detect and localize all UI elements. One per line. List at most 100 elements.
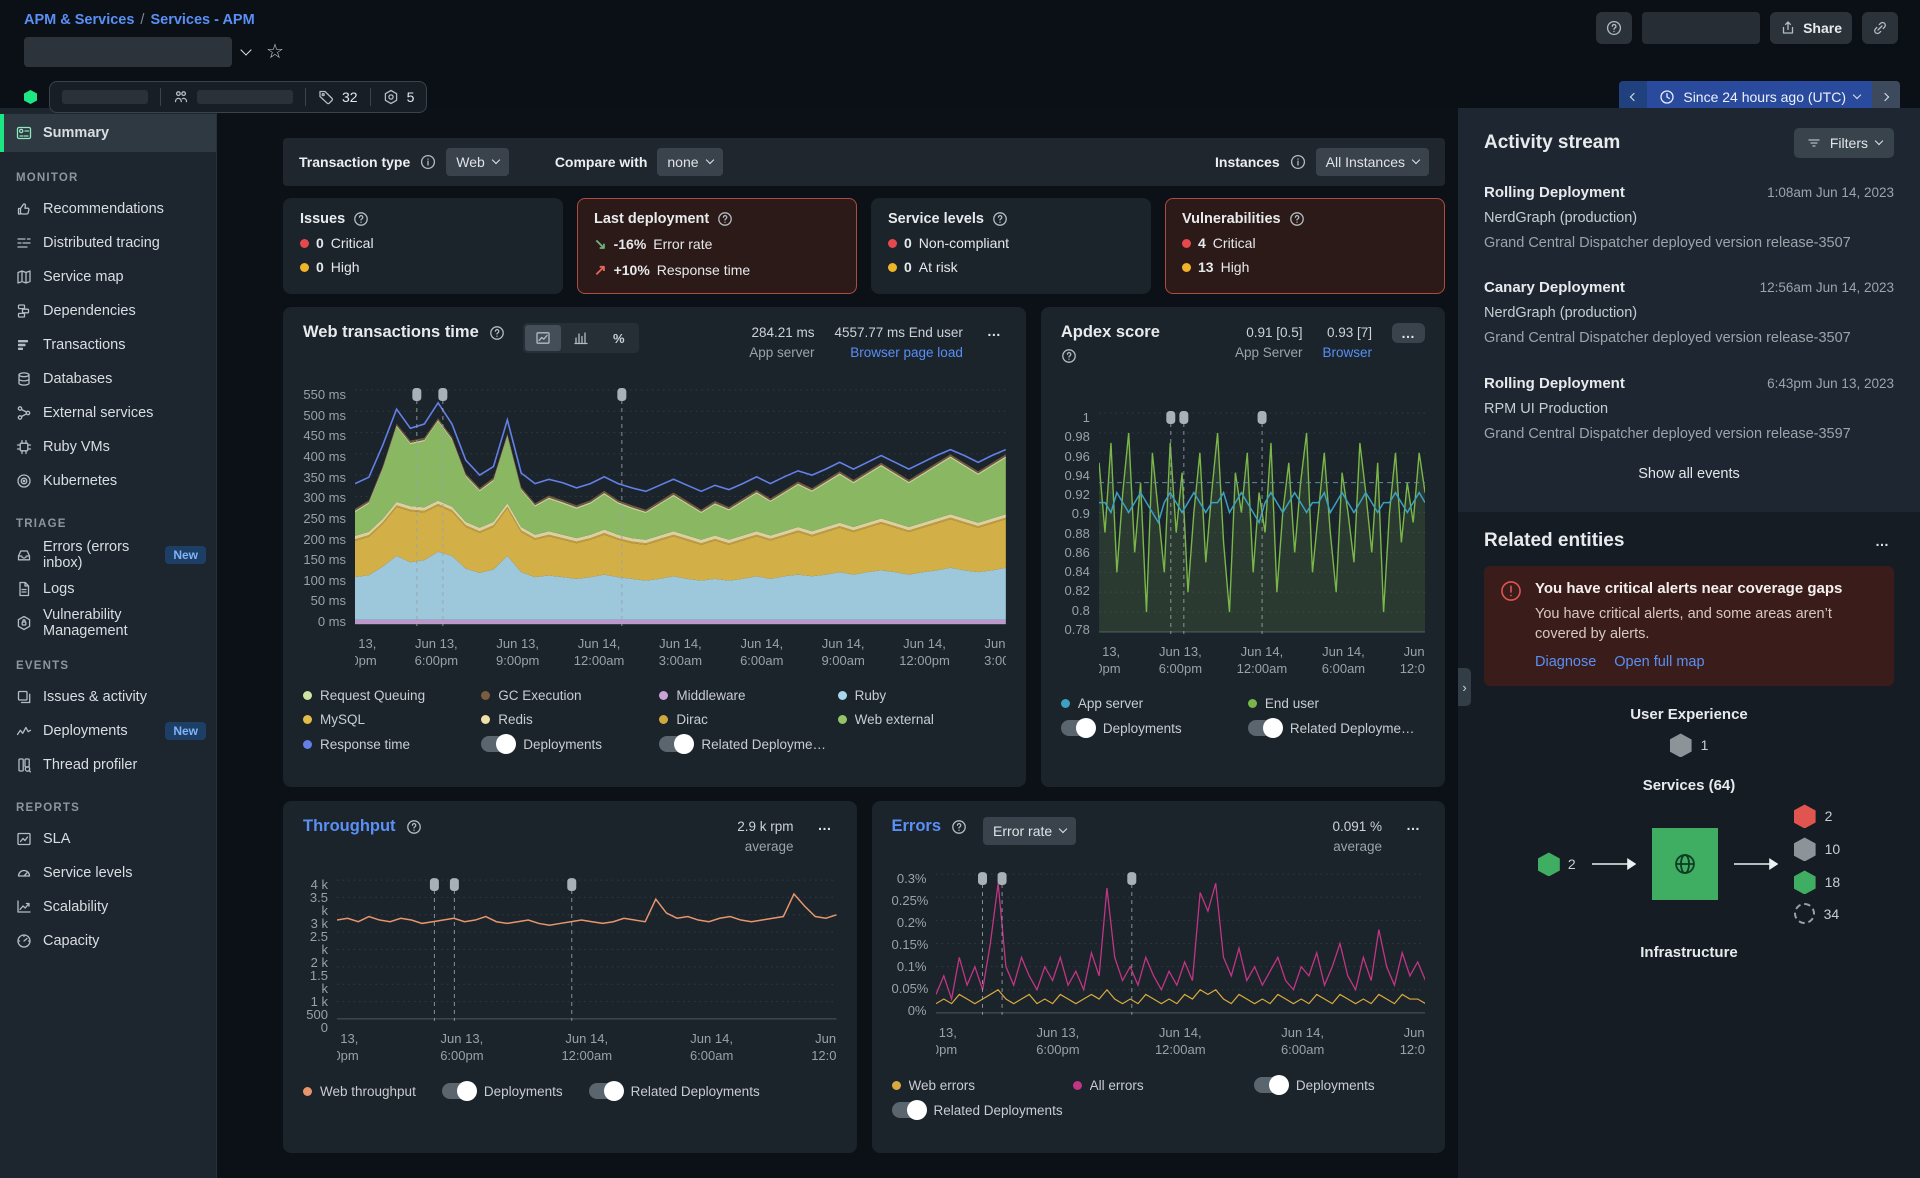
errors-chart[interactable] (936, 872, 1426, 1017)
legend-item[interactable]: App server (1061, 696, 1238, 711)
legend-item[interactable]: Response time (303, 736, 471, 752)
show-all-events-link[interactable]: Show all events (1484, 444, 1894, 498)
breakdown-critical[interactable]: 2 (1794, 804, 1841, 828)
sidebar-item-scalability[interactable]: Scalability (0, 890, 216, 924)
browser-link[interactable]: Browser (1322, 343, 1372, 363)
current-service-node[interactable] (1652, 828, 1718, 900)
help-circle-icon[interactable] (489, 325, 505, 341)
user-experience-node[interactable]: 1 (1484, 733, 1894, 757)
legend-item[interactable]: End user (1248, 696, 1425, 711)
sidebar-item-deployments[interactable]: Deployments New (0, 714, 216, 748)
deployments-toggle[interactable]: Deployments (1061, 720, 1238, 736)
legend-item[interactable]: Web errors (892, 1077, 1063, 1093)
legend-item[interactable]: Middleware (659, 688, 827, 703)
apdex-chart[interactable] (1099, 411, 1425, 636)
open-full-map-link[interactable]: Open full map (1614, 654, 1704, 670)
throughput-chart[interactable] (337, 878, 837, 1023)
legend-item[interactable]: GC Execution (481, 688, 649, 703)
area-chart-view-button[interactable] (525, 325, 561, 351)
more-options-button[interactable]: … (1392, 323, 1425, 343)
percent-view-button[interactable]: % (601, 325, 637, 351)
legend-item[interactable]: Dirac (659, 712, 827, 727)
error-rate-dropdown[interactable]: Error rate (983, 817, 1076, 845)
more-options-button[interactable]: … (814, 817, 837, 833)
related-deployments-toggle[interactable]: Related Deployme… (1248, 720, 1425, 736)
sidebar-item-sla[interactable]: SLA (0, 822, 216, 856)
legend-item[interactable]: Ruby (838, 688, 1006, 703)
help-circle-icon[interactable] (406, 819, 422, 835)
legend-item[interactable]: Redis (481, 712, 649, 727)
legend-item[interactable]: MySQL (303, 712, 471, 727)
help-circle-icon[interactable] (951, 819, 967, 835)
breakdown-healthy[interactable]: 18 (1794, 870, 1841, 894)
legend-item[interactable]: Request Queuing (303, 688, 471, 703)
help-circle-icon[interactable] (992, 211, 1008, 227)
more-options-button[interactable]: … (1871, 533, 1894, 549)
tags-count-group[interactable]: 32 (306, 89, 370, 105)
help-circle-icon[interactable] (353, 211, 369, 227)
activity-event[interactable]: Canary Deployment12:56am Jun 14, 2023 Ne… (1484, 279, 1894, 348)
related-deployments-toggle[interactable]: Related Deployments (659, 736, 827, 752)
deployments-toggle[interactable]: Deployments (481, 736, 649, 752)
sidebar-item-dependencies[interactable]: Dependencies (0, 294, 216, 328)
issues-card[interactable]: Issues 0Critical 0High (283, 198, 563, 294)
sidebar-item-service-levels[interactable]: Service levels (0, 856, 216, 890)
sidebar-item-service-map[interactable]: Service map (0, 260, 216, 294)
sidebar-item-vulnerability-management[interactable]: Vulnerability Management (0, 606, 216, 640)
sidebar-item-summary[interactable]: Summary (0, 114, 216, 152)
copy-link-button[interactable] (1862, 12, 1898, 44)
sidebar-item-errors-inbox[interactable]: Errors (errors inbox) New (0, 538, 216, 572)
help-circle-icon[interactable] (717, 211, 733, 227)
filters-button[interactable]: Filters (1794, 128, 1894, 158)
entity-selector[interactable] (24, 37, 232, 67)
chevron-down-icon[interactable] (240, 44, 251, 55)
instances-dropdown[interactable]: All Instances (1316, 148, 1429, 176)
sidebar-item-external-services[interactable]: External services (0, 396, 216, 430)
diagnose-link[interactable]: Diagnose (1535, 654, 1596, 670)
transaction-type-dropdown[interactable]: Web (446, 148, 509, 176)
web-transactions-chart[interactable] (355, 388, 1006, 628)
deployments-toggle[interactable]: Deployments (1254, 1077, 1425, 1093)
sidebar-item-databases[interactable]: Databases (0, 362, 216, 396)
activity-event[interactable]: Rolling Deployment1:08am Jun 14, 2023 Ne… (1484, 184, 1894, 253)
sidebar-item-recommendations[interactable]: Recommendations (0, 192, 216, 226)
related-deployments-toggle[interactable]: Related Deployments (892, 1102, 1063, 1118)
vulnerabilities-card[interactable]: Vulnerabilities 4Critical 13High (1165, 198, 1445, 294)
deployments-toggle[interactable]: Deployments (442, 1083, 563, 1099)
info-icon[interactable] (1290, 154, 1306, 170)
activity-event[interactable]: Rolling Deployment6:43pm Jun 13, 2023 RP… (1484, 375, 1894, 444)
breakdown-uninstrumented[interactable]: 34 (1794, 903, 1841, 924)
last-deployment-card[interactable]: Last deployment ↘-16%Error rate ↗+10%Res… (577, 198, 857, 294)
bar-chart-view-button[interactable] (563, 325, 599, 351)
share-button[interactable]: Share (1770, 12, 1852, 44)
breadcrumb-services-apm[interactable]: Services - APM (150, 12, 254, 28)
service-levels-card[interactable]: Service levels 0Non-compliant 0At risk (871, 198, 1151, 294)
legend-item[interactable]: All errors (1073, 1077, 1244, 1093)
sidebar-item-capacity[interactable]: Capacity (0, 924, 216, 958)
sidebar-item-thread-profiler[interactable]: Thread profiler (0, 748, 216, 782)
sidebar-item-logs[interactable]: Logs (0, 572, 216, 606)
sidebar-item-kubernetes[interactable]: Kubernetes (0, 464, 216, 498)
throughput-title[interactable]: Throughput (303, 817, 396, 836)
legend-item[interactable]: Web external (838, 712, 1006, 727)
more-options-button[interactable]: … (1402, 817, 1425, 833)
collapse-panel-handle[interactable]: › (1458, 668, 1471, 706)
help-button[interactable] (1596, 12, 1632, 44)
info-icon[interactable] (420, 154, 436, 170)
compare-with-dropdown[interactable]: none (657, 148, 722, 176)
browser-page-load-link[interactable]: Browser page load (835, 343, 963, 363)
workloads-count-group[interactable]: 5 (371, 89, 427, 105)
legend-item[interactable]: Web throughput (303, 1083, 416, 1099)
sidebar-item-distributed-tracing[interactable]: Distributed tracing (0, 226, 216, 260)
sidebar-item-transactions[interactable]: Transactions (0, 328, 216, 362)
breakdown-unknown[interactable]: 10 (1794, 837, 1841, 861)
sidebar-item-ruby-vms[interactable]: Ruby VMs (0, 430, 216, 464)
help-circle-icon[interactable] (1289, 211, 1305, 227)
errors-title[interactable]: Errors (892, 817, 942, 836)
breadcrumb-apm-services[interactable]: APM & Services (24, 12, 134, 28)
related-deployments-toggle[interactable]: Related Deployments (589, 1083, 760, 1099)
sidebar-item-issues-activity[interactable]: Issues & activity (0, 680, 216, 714)
favorite-star-icon[interactable]: ☆ (266, 42, 284, 62)
inbound-services-node[interactable]: 2 (1538, 852, 1576, 876)
more-options-button[interactable]: … (983, 323, 1006, 339)
